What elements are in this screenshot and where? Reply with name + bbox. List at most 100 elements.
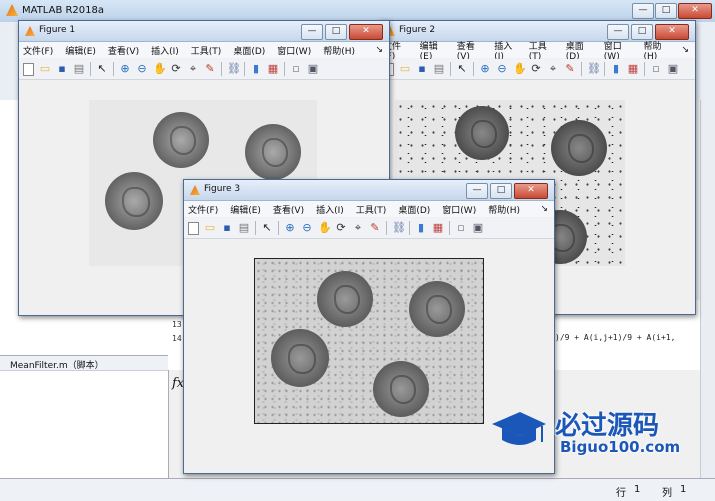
figure-logo-icon (190, 185, 200, 195)
menu-dock-arrow-icon[interactable]: ↘ (681, 45, 689, 55)
rotate-3d-icon[interactable]: ⟳ (335, 222, 347, 234)
toolbar-separator (450, 62, 451, 76)
data-cursor-icon[interactable]: ⌖ (547, 63, 559, 75)
toolbar-separator (386, 221, 387, 235)
figure-minimize-button[interactable]: — (301, 24, 323, 40)
figure-close-button[interactable]: ✕ (514, 183, 548, 199)
menu-item[interactable]: 帮助(H) (488, 203, 520, 216)
menu-item[interactable]: 桌面(D) (398, 203, 430, 216)
open-file-icon[interactable]: ▭ (204, 222, 216, 234)
data-cursor-icon[interactable]: ⌖ (187, 63, 199, 75)
menu-item[interactable]: 工具(T) (191, 44, 222, 57)
menu-item[interactable]: 文件(F) (23, 44, 53, 57)
toolbar-separator (113, 62, 114, 76)
menu-item[interactable]: 查看(V) (273, 203, 304, 216)
menu-item[interactable]: 编辑(E) (230, 203, 261, 216)
save-icon[interactable]: ▪ (221, 222, 233, 234)
status-bar: 行 1 列 1 (0, 478, 715, 501)
show-plot-tools-icon[interactable]: ▣ (472, 222, 484, 234)
menu-item[interactable]: 窗口(W) (277, 44, 311, 57)
status-col-label: 列 (662, 488, 672, 499)
main-vertical-scrollbar[interactable] (700, 100, 715, 478)
menu-item[interactable]: 编辑(E) (65, 44, 96, 57)
hide-plot-tools-icon[interactable]: ▫ (455, 222, 467, 234)
hide-plot-tools-icon[interactable]: ▫ (290, 63, 302, 75)
figure-minimize-button[interactable]: — (466, 183, 488, 199)
brush-icon[interactable]: ✎ (564, 63, 576, 75)
link-plot-icon[interactable]: ⛓ (392, 222, 406, 234)
menu-item[interactable]: 文件(F) (188, 203, 218, 216)
legend-icon[interactable]: ▦ (627, 63, 639, 75)
zoom-out-icon[interactable]: ⊖ (301, 222, 313, 234)
colorbar-icon[interactable]: ▮ (610, 63, 622, 75)
new-figure-icon[interactable] (188, 221, 199, 235)
pan-hand-icon[interactable]: ✋ (153, 63, 167, 75)
figure-title-bar[interactable]: Figure 1 — □ ✕ (19, 21, 389, 42)
coin (271, 329, 329, 387)
select-arrow-icon[interactable]: ↖ (261, 222, 273, 234)
figure-close-button[interactable]: ✕ (349, 24, 383, 40)
watermark-title: 必过源码 (555, 411, 660, 441)
coin (409, 281, 465, 337)
toolbar-separator (581, 62, 582, 76)
main-close-button[interactable]: ✕ (678, 3, 712, 19)
menu-dock-arrow-icon[interactable]: ↘ (540, 204, 548, 214)
zoom-out-icon[interactable]: ⊖ (496, 63, 508, 75)
menu-dock-arrow-icon[interactable]: ↘ (375, 45, 383, 55)
print-icon[interactable]: ▤ (433, 63, 445, 75)
rotate-3d-icon[interactable]: ⟳ (170, 63, 182, 75)
coin (373, 361, 429, 417)
figure-toolbar: ▭ ▪ ▤ ↖ ⊕ ⊖ ✋ ⟳ ⌖ ✎ ⛓ ▮ ▦ ▫ ▣ (184, 218, 554, 239)
toolbar-separator (604, 62, 605, 76)
watermark-subtitle: Biguo100.com (560, 438, 681, 456)
show-plot-tools-icon[interactable]: ▣ (307, 63, 319, 75)
legend-icon[interactable]: ▦ (432, 222, 444, 234)
brush-icon[interactable]: ✎ (369, 222, 381, 234)
pan-hand-icon[interactable]: ✋ (513, 63, 527, 75)
main-maximize-button[interactable]: □ (655, 3, 677, 19)
menu-item[interactable]: 帮助(H) (323, 44, 355, 57)
show-plot-tools-icon[interactable]: ▣ (667, 63, 679, 75)
rotate-3d-icon[interactable]: ⟳ (530, 63, 542, 75)
status-col-value: 1 (680, 484, 687, 495)
figure-menu-bar: 文件(F) 编辑(E) 查看(V) 插入(I) 工具(T) 桌面(D) 窗口(W) 帮助(H)… (184, 201, 554, 217)
figure-toolbar: ▭ ▪ ▤ ↖ ⊕ ⊖ ✋ ⟳ ⌖ ✎ ⛓ ▮ ▦ ▫ ▣ (19, 59, 389, 80)
figure-maximize-button[interactable]: □ (325, 24, 347, 40)
menu-item[interactable]: 桌面(D) (233, 44, 265, 57)
print-icon[interactable]: ▤ (73, 63, 85, 75)
new-figure-icon[interactable] (23, 62, 34, 76)
open-file-icon[interactable]: ▭ (39, 63, 51, 75)
menu-item[interactable]: 窗口(W) (442, 203, 476, 216)
save-icon[interactable]: ▪ (56, 63, 68, 75)
link-plot-icon[interactable]: ⛓ (227, 63, 241, 75)
toolbar-separator (90, 62, 91, 76)
colorbar-icon[interactable]: ▮ (250, 63, 262, 75)
zoom-out-icon[interactable]: ⊖ (136, 63, 148, 75)
figure-menu-bar: 文件(F) 编辑(E) 查看(V) 插入(I) 工具(T) 桌面(D) 窗口(W) 帮助(H)… (19, 42, 389, 58)
main-minimize-button[interactable]: — (632, 3, 654, 19)
open-file-icon[interactable]: ▭ (399, 63, 411, 75)
legend-icon[interactable]: ▦ (267, 63, 279, 75)
pan-hand-icon[interactable]: ✋ (318, 222, 332, 234)
select-arrow-icon[interactable]: ↖ (96, 63, 108, 75)
menu-item[interactable]: 工具(T) (356, 203, 387, 216)
menu-item[interactable]: 插入(I) (316, 203, 344, 216)
menu-item[interactable]: 查看(V) (108, 44, 139, 57)
data-cursor-icon[interactable]: ⌖ (352, 222, 364, 234)
toolbar-separator (449, 221, 450, 235)
figure-maximize-button[interactable]: □ (490, 183, 512, 199)
menu-item[interactable]: 插入(I) (151, 44, 179, 57)
hide-plot-tools-icon[interactable]: ▫ (650, 63, 662, 75)
figure-title-bar[interactable]: Figure 3 — □ ✕ (184, 180, 554, 201)
status-row-label: 行 (616, 488, 626, 499)
editor-file-tab[interactable]: MeanFilter.m（脚本） (0, 355, 168, 371)
zoom-in-icon[interactable]: ⊕ (284, 222, 296, 234)
zoom-in-icon[interactable]: ⊕ (119, 63, 131, 75)
colorbar-icon[interactable]: ▮ (415, 222, 427, 234)
link-plot-icon[interactable]: ⛓ (587, 63, 601, 75)
save-icon[interactable]: ▪ (416, 63, 428, 75)
zoom-in-icon[interactable]: ⊕ (479, 63, 491, 75)
brush-icon[interactable]: ✎ (204, 63, 216, 75)
print-icon[interactable]: ▤ (238, 222, 250, 234)
select-arrow-icon[interactable]: ↖ (456, 63, 468, 75)
